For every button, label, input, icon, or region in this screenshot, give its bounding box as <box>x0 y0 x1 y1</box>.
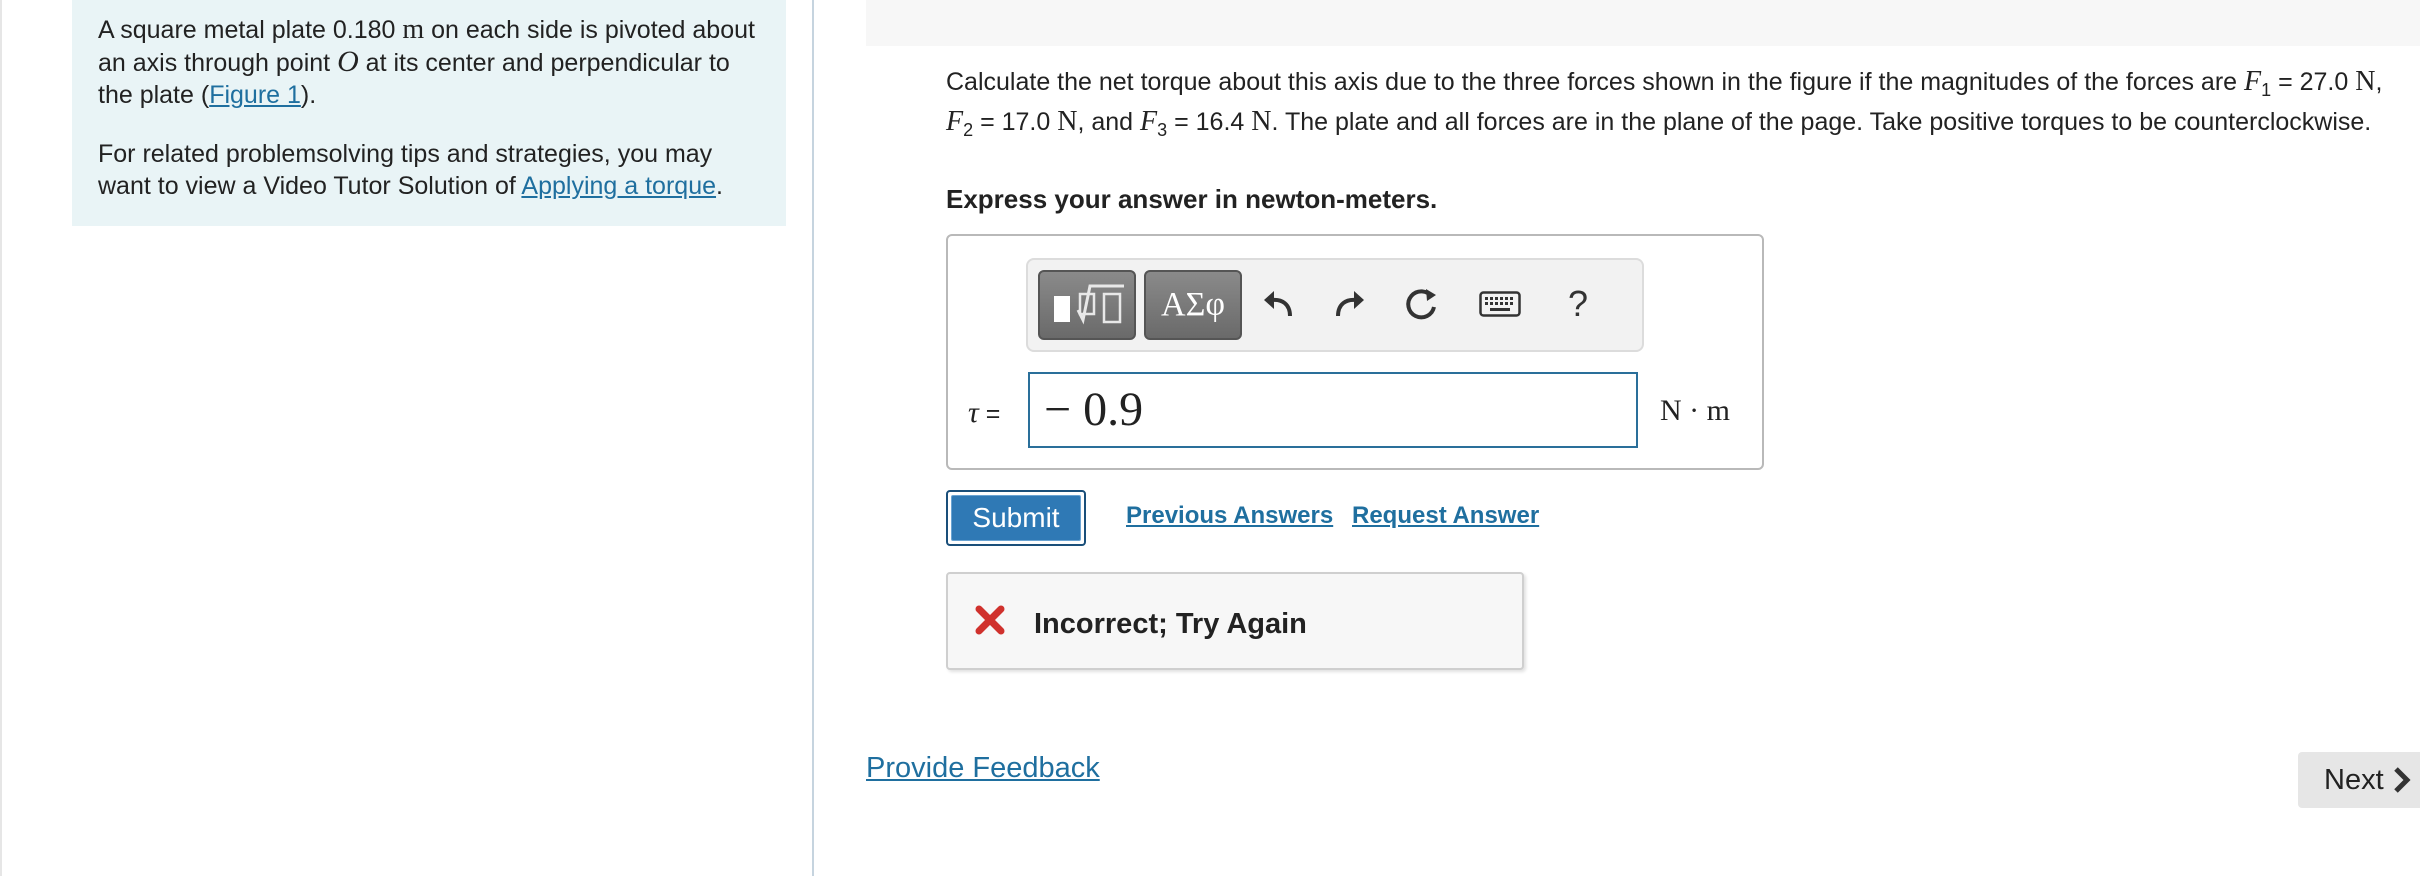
feedback-box: Incorrect; Try Again <box>946 572 1524 670</box>
request-answer-link[interactable]: Request Answer <box>1352 502 1539 530</box>
force-3-symbol: F <box>1140 106 1158 137</box>
separator: , <box>2375 68 2383 96</box>
question-sentence: Calculate the net torque about this axis… <box>946 68 2244 96</box>
reset-button[interactable] <box>1402 278 1442 330</box>
keyboard-icon <box>1479 291 1521 317</box>
help-icon: ? <box>1567 283 1589 324</box>
force-2-symbol: F <box>946 106 964 137</box>
reset-icon <box>1406 289 1436 320</box>
page-edge <box>0 0 2 876</box>
intro-unit: m <box>402 14 425 45</box>
force-1-symbol: F <box>2244 66 2262 97</box>
intro-text: A square metal plate 0.180 <box>98 16 396 44</box>
answer-input[interactable]: − 0.9 <box>1028 372 1638 448</box>
force-3-value: = 16.4 <box>1167 108 1252 136</box>
answer-box: ΑΣφ ? τ = − 0.9 N · m <box>946 234 1764 470</box>
answer-variable-label: τ = <box>968 396 1000 430</box>
force-2-subscript: 2 <box>963 120 974 140</box>
redo-icon <box>1336 291 1364 317</box>
undo-icon <box>1264 291 1292 317</box>
intro-text: ). <box>300 81 317 109</box>
chevron-right-icon <box>2392 766 2412 794</box>
question-sentence: . The plate and all forces are in the pl… <box>1271 108 2372 136</box>
keyboard-button[interactable] <box>1478 278 1522 330</box>
math-toolbar: ΑΣφ ? <box>1026 258 1644 352</box>
tips-text: . <box>716 172 723 200</box>
problem-statement: A square metal plate 0.180 m on each sid… <box>98 14 760 111</box>
next-label: Next <box>2324 763 2384 796</box>
answer-instruction: Express your answer in newton-meters. <box>946 184 1438 214</box>
previous-answers-link[interactable]: Previous Answers <box>1126 502 1333 530</box>
submit-button[interactable]: Submit <box>951 495 1081 541</box>
part-header-bar <box>866 0 2420 46</box>
greek-symbols-button[interactable]: ΑΣφ <box>1144 270 1242 340</box>
force-2-value: = 17.0 <box>973 108 1058 136</box>
provide-feedback-link[interactable]: Provide Feedback <box>866 752 1100 785</box>
undo-button[interactable] <box>1258 278 1298 330</box>
templates-button[interactable] <box>1038 270 1136 340</box>
video-tutor-link[interactable]: Applying a torque <box>521 172 716 200</box>
force-1-subscript: 1 <box>2261 80 2272 100</box>
separator: , and <box>1077 108 1141 136</box>
pivot-point-symbol: O <box>337 45 359 78</box>
help-button[interactable]: ? <box>1558 278 1598 330</box>
feedback-message: Incorrect; Try Again <box>1034 608 1307 640</box>
answer-unit: N · m <box>1660 394 1730 427</box>
next-button[interactable]: Next <box>2298 752 2420 808</box>
templates-icon <box>1054 284 1124 325</box>
question-text: Calculate the net torque about this axis… <box>946 66 2406 146</box>
figure-link[interactable]: Figure 1 <box>209 81 301 109</box>
incorrect-x-icon <box>975 605 1005 635</box>
force-2-unit: N <box>1057 106 1078 137</box>
force-3-unit: N <box>1251 106 1272 137</box>
greek-symbols-icon: ΑΣφ <box>1161 286 1225 323</box>
submit-button-frame: Submit <box>946 490 1086 546</box>
equals-sign: = <box>978 400 1001 428</box>
problem-intro-panel: A square metal plate 0.180 m on each sid… <box>72 0 786 226</box>
redo-button[interactable] <box>1330 278 1370 330</box>
tips-paragraph: For related problemsolving tips and stra… <box>98 138 760 202</box>
force-1-unit: N <box>2355 66 2376 97</box>
force-1-value: = 27.0 <box>2271 68 2356 96</box>
tau-symbol: τ <box>968 396 979 429</box>
panel-divider <box>812 0 814 876</box>
force-3-subscript: 3 <box>1157 120 1168 140</box>
